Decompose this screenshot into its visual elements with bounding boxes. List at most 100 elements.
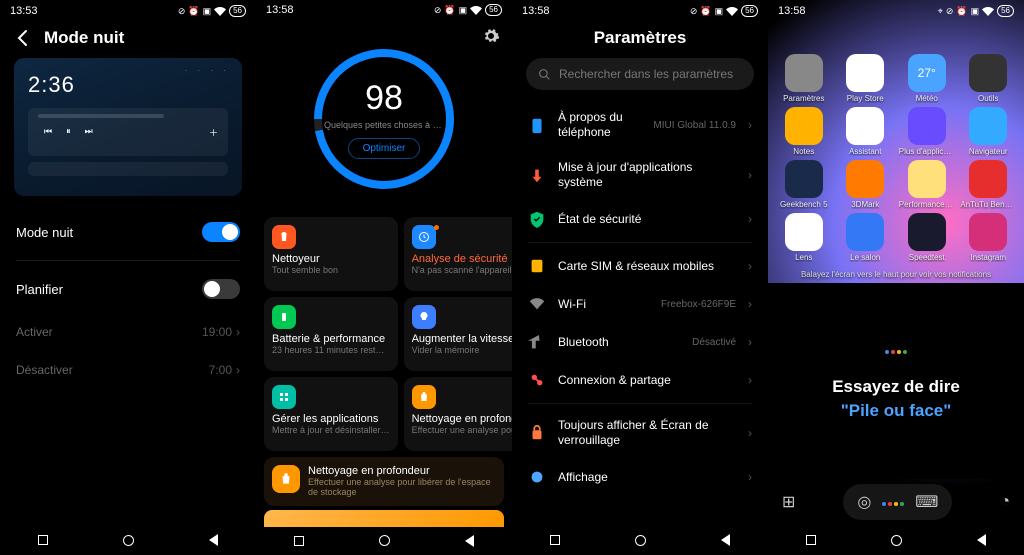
nav-home-icon[interactable]	[891, 535, 902, 546]
optimizer-card[interactable]: NettoyeurTout semble bon	[264, 217, 398, 291]
app-launcher[interactable]: PerformanceTest M…	[897, 160, 957, 209]
settings-row[interactable]: Carte SIM & réseaux mobiles›	[512, 247, 768, 285]
card-title: Nettoyeur	[272, 253, 390, 265]
chevron-right-icon: ›	[748, 212, 752, 226]
nav-home-icon[interactable]	[379, 535, 390, 546]
schedule-switch[interactable]	[202, 279, 240, 299]
screen-night-mode: 13:53 ⊘ ⏰ ▣ 56 Mode nuit · · · · 2:36 ⏮ …	[0, 0, 256, 555]
chevron-right-icon: ›	[748, 470, 752, 484]
app-launcher[interactable]: Geekbench 5	[774, 160, 834, 209]
app-label: Geekbench 5	[780, 200, 828, 209]
nav-back-icon[interactable]	[721, 534, 730, 546]
optimizer-card[interactable]: Analyse de sécuritéN'a pas scanné l'appa…	[404, 217, 512, 291]
optimizer-card[interactable]: Gérer les applicationsMettre à jour et d…	[264, 377, 398, 451]
nav-back-icon[interactable]	[209, 534, 218, 546]
row-icon	[528, 116, 546, 134]
assistant-mic-icon[interactable]	[881, 493, 905, 511]
row-label: Bluetooth	[558, 335, 680, 350]
battery-icon: 56	[741, 5, 758, 17]
app-label: Paramètres	[783, 94, 824, 103]
deactivate-time-row[interactable]: Désactiver 7:00›	[0, 351, 256, 389]
keyboard-icon[interactable]: ⌨	[915, 492, 938, 512]
card-title: Nettoyage en profond…	[412, 413, 512, 425]
settings-row[interactable]: Toujours afficher & Écran de verrouillag…	[512, 408, 768, 458]
app-launcher[interactable]: Le salon	[836, 213, 896, 262]
settings-row[interactable]: Affichage›	[512, 458, 768, 496]
chevron-right-icon: ›	[748, 168, 752, 182]
deep-clean-illustration	[264, 510, 504, 527]
settings-row[interactable]: Connexion & partage›	[512, 361, 768, 399]
optimizer-card[interactable]: Batterie & performance23 heures 11 minut…	[264, 297, 398, 371]
nav-home-icon[interactable]	[123, 535, 134, 546]
app-launcher[interactable]: Outils	[959, 54, 1019, 103]
pause-icon: ⏸	[66, 126, 71, 139]
nav-recent-icon[interactable]	[806, 535, 816, 545]
chevron-right-icon: ›	[748, 118, 752, 132]
row-label: État de sécurité	[558, 212, 736, 227]
row-icon	[528, 424, 546, 442]
nav-recent-icon[interactable]	[294, 536, 304, 546]
settings-row[interactable]: Wi-FiFreebox-626F9E›	[512, 285, 768, 323]
row-label: Carte SIM & réseaux mobiles	[558, 259, 736, 274]
app-launcher[interactable]: Assistant	[836, 107, 896, 156]
optimize-score: 98	[365, 79, 403, 118]
nav-recent-icon[interactable]	[550, 535, 560, 545]
app-icon	[846, 213, 884, 251]
settings-row[interactable]: Mise à jour d'applications système›	[512, 150, 768, 200]
app-launcher[interactable]: Notes	[774, 107, 834, 156]
app-label: 3DMark	[851, 200, 879, 209]
settings-search[interactable]: Rechercher dans les paramètres	[526, 58, 754, 90]
chevron-right-icon: ›	[748, 426, 752, 440]
clock: 13:58	[266, 4, 294, 16]
app-launcher[interactable]: Plus d'applications	[897, 107, 957, 156]
row-value: Freebox-626F9E	[661, 299, 736, 310]
app-launcher[interactable]: Paramètres	[774, 54, 834, 103]
settings-row[interactable]: État de sécurité ›	[512, 200, 768, 238]
app-launcher[interactable]: Navigateur	[959, 107, 1019, 156]
deep-clean-card[interactable]: Nettoyage en profondeur Effectuer une an…	[264, 457, 504, 507]
compass-icon[interactable]: ◔	[1000, 493, 1010, 511]
alarm-icon: ⏰	[188, 6, 199, 17]
app-launcher[interactable]: Play Store	[836, 54, 896, 103]
lens-icon[interactable]: ◎	[857, 492, 871, 512]
screen-security-optimizer: 13:58 ⊘ ⏰ ▣ 56 98 Quelques petites chose…	[256, 0, 512, 555]
optimize-button[interactable]: Optimiser	[348, 138, 421, 159]
app-label: PerformanceTest M…	[899, 200, 955, 209]
app-launcher[interactable]: AnTuTu Benchmark	[959, 160, 1019, 209]
night-mode-switch[interactable]	[202, 222, 240, 242]
app-launcher[interactable]: 3DMark	[836, 160, 896, 209]
app-icon	[969, 160, 1007, 198]
app-launcher[interactable]: Speedtest	[897, 213, 957, 262]
activate-time-row[interactable]: Activer 19:00›	[0, 313, 256, 351]
screen-settings: 13:58 ⊘ ⏰ ▣ 56 Paramètres Rechercher dan…	[512, 0, 768, 555]
optimizer-card[interactable]: Nettoyage en profond…Effectuer une analy…	[404, 377, 512, 451]
cast-icon: ▣	[715, 6, 724, 17]
row-label: Connexion & partage	[558, 373, 736, 388]
app-icon	[846, 54, 884, 92]
schedule-toggle-row[interactable]: Planifier	[0, 265, 256, 313]
gear-icon[interactable]	[482, 27, 500, 45]
app-label: Plus d'applications	[899, 147, 955, 156]
row-label: À propos du téléphone	[558, 110, 641, 140]
screen-home-assistant: 13:58 ⌖ ⊘ ⏰ ▣ 56 ParamètresPlay Store27°…	[768, 0, 1024, 555]
nav-recent-icon[interactable]	[38, 535, 48, 545]
row-label: Activer	[16, 325, 53, 339]
nav-back-icon[interactable]	[465, 535, 474, 547]
nav-back-icon[interactable]	[977, 534, 986, 546]
nav-home-icon[interactable]	[635, 535, 646, 546]
app-icon	[969, 213, 1007, 251]
app-launcher[interactable]: 27°Météo	[897, 54, 957, 103]
night-mode-toggle-row[interactable]: Mode nuit	[0, 208, 256, 256]
settings-row[interactable]: BluetoothDésactivé›	[512, 323, 768, 361]
back-icon[interactable]	[14, 29, 32, 47]
optimizer-card[interactable]: Augmenter la vitesseVider la mémoire	[404, 297, 512, 371]
app-label: Play Store	[847, 94, 884, 103]
card-title: Analyse de sécurité	[412, 253, 512, 265]
app-icon	[846, 160, 884, 198]
alarm-off-icon: ⊘	[946, 6, 954, 17]
app-launcher[interactable]: Lens	[774, 213, 834, 262]
settings-row[interactable]: À propos du téléphoneMIUI Global 11.0.9›	[512, 100, 768, 150]
app-launcher[interactable]: Instagram	[959, 213, 1019, 262]
assistant-explore-icon[interactable]: ⊞	[782, 492, 795, 512]
card-subtitle: Vider la mémoire	[412, 345, 512, 355]
